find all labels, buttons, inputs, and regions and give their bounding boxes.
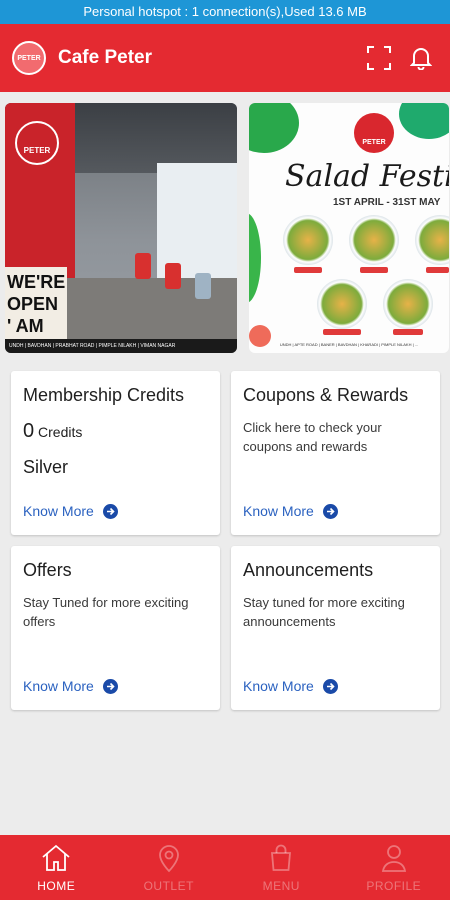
- nav-home[interactable]: HOME: [0, 835, 113, 900]
- app-title: Cafe Peter: [58, 47, 152, 68]
- dish-label: [294, 267, 322, 273]
- card-title: Announcements: [243, 560, 374, 580]
- scan-icon[interactable]: [362, 41, 396, 75]
- card-description: Stay tuned for more exciting announcemen…: [243, 595, 405, 629]
- card-description: Click here to check your coupons and rew…: [243, 420, 382, 454]
- cafe-locations-strip: UNDH | BAVDHAN | PRABHAT ROAD | PIMPLE N…: [5, 339, 237, 353]
- cafe-open-banner[interactable]: PETER WE'RE OPEN ' AM UNDH | BAVDHAN | P…: [5, 103, 237, 353]
- credits-balance: 0 Credits: [23, 420, 83, 442]
- dish-label: [323, 329, 361, 335]
- location-pin-icon: [158, 844, 179, 872]
- coupons-rewards-card[interactable]: Coupons & Rewards Click here to check yo…: [231, 371, 440, 535]
- cafe-chair: [195, 273, 211, 299]
- app-bar: PETER Cafe Peter: [0, 24, 450, 92]
- salad-dish-image: [283, 215, 333, 265]
- cafe-chair: [165, 263, 181, 289]
- card-title: Offers: [23, 560, 72, 580]
- leaf-decoration: [399, 103, 449, 139]
- membership-credits-card[interactable]: Membership Credits 0 Credits Silver Know…: [11, 371, 220, 535]
- system-status-bar: Personal hotspot : 1 connection(s),Used …: [0, 0, 450, 24]
- user-icon: [381, 844, 406, 872]
- announcements-card[interactable]: Announcements Stay tuned for more exciti…: [231, 546, 440, 710]
- know-more-link[interactable]: Know More: [23, 503, 118, 519]
- salad-festival-date: 1ST APRIL - 31ST MAY: [333, 197, 441, 208]
- nav-menu[interactable]: MENU: [225, 835, 338, 900]
- know-more-link[interactable]: Know More: [243, 678, 338, 694]
- salad-locations-strip: UNDH | APTE ROAD | BANER | BAVDHAN | KHA…: [279, 342, 419, 347]
- card-description: Stay Tuned for more exciting offers: [23, 595, 189, 629]
- salad-dish-image: [383, 279, 433, 329]
- offers-card[interactable]: Offers Stay Tuned for more exciting offe…: [11, 546, 220, 710]
- dish-label: [426, 267, 449, 273]
- arrow-right-icon: [102, 678, 118, 694]
- bottom-navigation: HOME OUTLET MENU PROFILE: [0, 835, 450, 900]
- card-title: Membership Credits: [23, 385, 185, 405]
- cafe-banner-logo: PETER: [15, 121, 59, 165]
- home-icon: [42, 844, 70, 871]
- salad-festival-banner[interactable]: PETER Salad Festiva 1ST APRIL - 31ST MAY…: [249, 103, 449, 353]
- salad-dish-image: [415, 215, 449, 265]
- promo-banner-carousel[interactable]: PETER WE'RE OPEN ' AM UNDH | BAVDHAN | P…: [5, 103, 450, 355]
- know-more-link[interactable]: Know More: [23, 678, 118, 694]
- cafe-peter-logo: PETER: [12, 41, 46, 75]
- card-title: Coupons & Rewards: [243, 385, 409, 405]
- salad-banner-logo: PETER: [354, 113, 394, 153]
- arrow-right-icon: [322, 678, 338, 694]
- dish-label: [360, 267, 388, 273]
- cafe-open-text: WE'RE OPEN ' AM: [5, 267, 67, 341]
- notification-bell-icon[interactable]: [404, 41, 438, 75]
- nav-outlet[interactable]: OUTLET: [113, 835, 226, 900]
- dish-label: [393, 329, 423, 335]
- salad-festival-title: Salad Festiva: [285, 159, 449, 194]
- salad-dish-image: [349, 215, 399, 265]
- leaf-decoration: [249, 213, 261, 303]
- arrow-right-icon: [102, 503, 118, 519]
- leaf-decoration: [249, 103, 299, 153]
- nav-profile[interactable]: PROFILE: [338, 835, 450, 900]
- cafe-chair: [135, 253, 151, 279]
- salad-dish-image: [317, 279, 367, 329]
- membership-tier: Silver: [23, 457, 69, 477]
- shopping-bag-icon: [271, 844, 292, 871]
- know-more-link[interactable]: Know More: [243, 503, 338, 519]
- arrow-right-icon: [322, 503, 338, 519]
